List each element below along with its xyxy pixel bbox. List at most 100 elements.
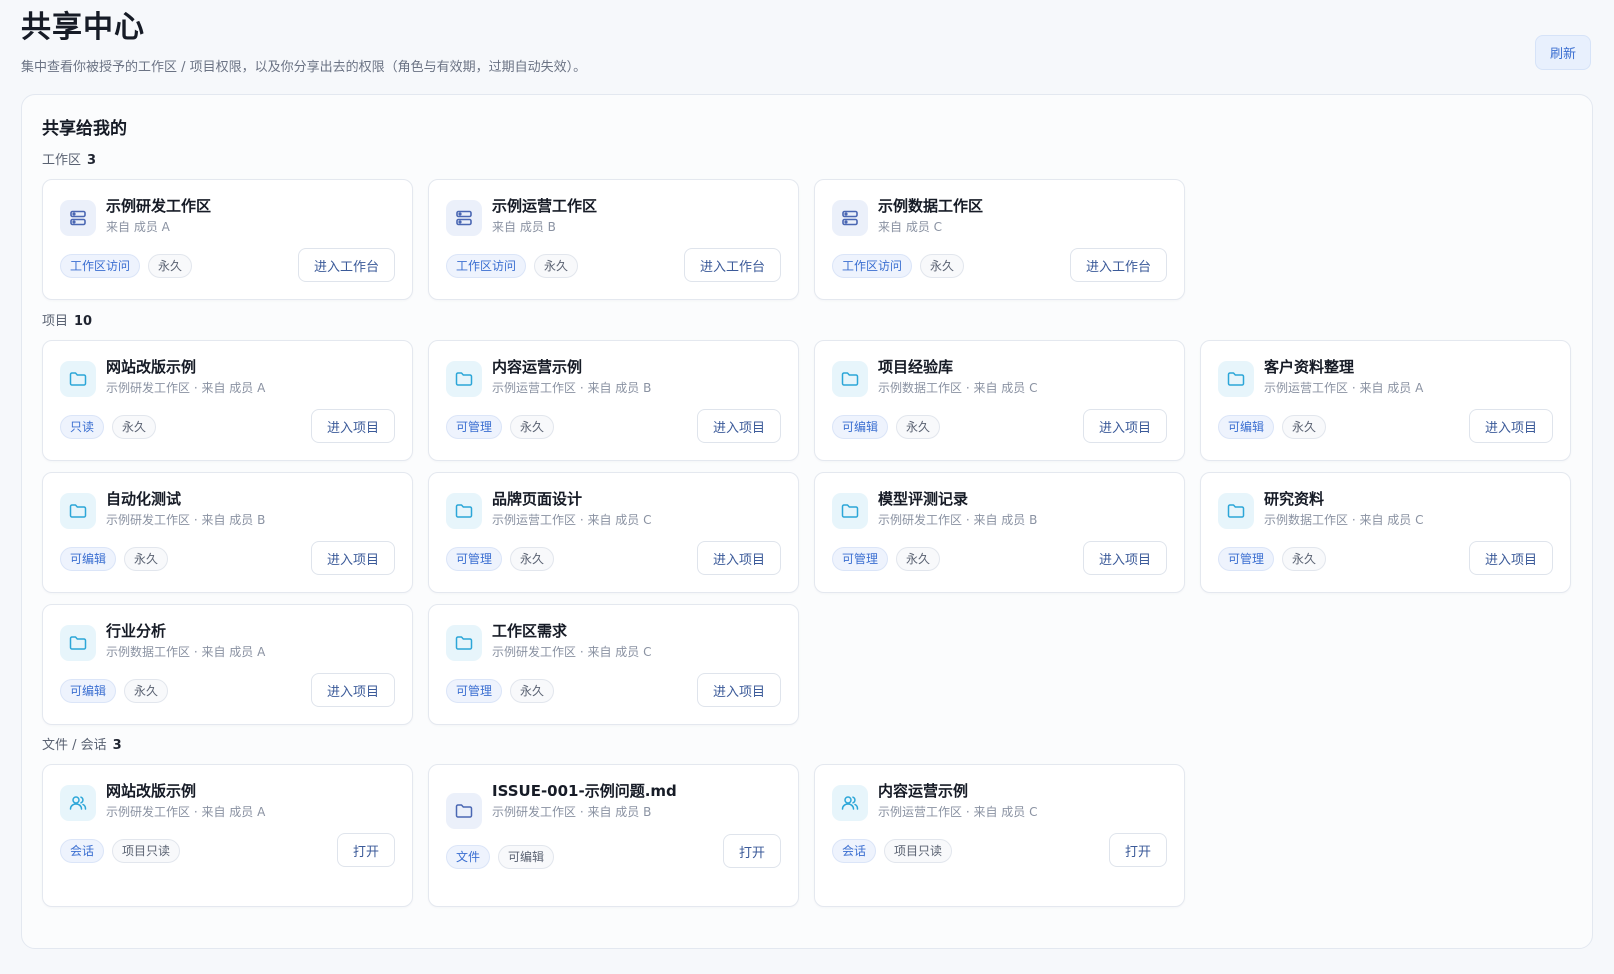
server-icon (832, 200, 868, 236)
project-card[interactable]: 工作区需求 示例研发工作区 · 来自 成员 C 可管理 永久 进入项目 (428, 604, 799, 725)
card-name: 内容运营示例 (878, 782, 969, 800)
project-card[interactable]: 客户资料整理 示例运营工作区 · 来自 成员 A 可编辑 永久 进入项目 (1200, 340, 1571, 461)
open-button[interactable]: 打开 (1108, 833, 1167, 867)
project-card[interactable]: 项目经验库 示例数据工作区 · 来自 成员 C 可编辑 永久 进入项目 (814, 340, 1185, 461)
role-tag: 可编辑 (1218, 415, 1275, 439)
role-tag: 可管理 (832, 547, 889, 571)
project-card[interactable]: 自动化测试 示例研发工作区 · 来自 成员 B 可编辑 永久 进入项目 (42, 472, 413, 593)
group-count: 3 (112, 738, 122, 753)
group-label-text: 项目 (42, 314, 69, 329)
role-tag: 可管理 (446, 415, 503, 439)
card-meta: 来自 成员 A (106, 220, 170, 234)
card-name: 自动化测试 (106, 490, 182, 508)
expiry-tag: 永久 (510, 679, 555, 703)
expiry-tag: 永久 (896, 415, 941, 439)
session-card[interactable]: 内容运营示例 示例运营工作区 · 来自 成员 C 会话 项目只读 打开 (814, 764, 1185, 907)
enter-project-button[interactable]: 进入项目 (310, 673, 395, 707)
permission-tag: 可编辑 (498, 845, 555, 869)
tag-row: 工作区访问 永久 (60, 254, 193, 278)
tag-row: 工作区访问 永久 (446, 254, 579, 278)
project-card[interactable]: 模型评测记录 示例研发工作区 · 来自 成员 B 可管理 永久 进入项目 (814, 472, 1185, 593)
tag-row: 只读 永久 (60, 415, 157, 439)
enter-project-button[interactable]: 进入项目 (696, 673, 781, 707)
file-card[interactable]: ISSUE-001-示例问题.md 示例研发工作区 · 来自 成员 B 文件 可… (428, 764, 799, 907)
enter-project-button[interactable]: 进入项目 (696, 541, 781, 575)
card-meta: 示例运营工作区 · 来自 成员 A (1264, 381, 1424, 395)
card-meta: 示例数据工作区 · 来自 成员 C (878, 381, 1038, 395)
group-count: 10 (74, 314, 93, 329)
card-name: 工作区需求 (492, 622, 568, 640)
role-tag: 可编辑 (60, 679, 117, 703)
tag-row: 可编辑 永久 (1218, 415, 1327, 439)
project-card[interactable]: 网站改版示例 示例研发工作区 · 来自 成员 A 只读 永久 进入项目 (42, 340, 413, 461)
enter-project-button[interactable]: 进入项目 (696, 409, 781, 443)
card-meta: 示例运营工作区 · 来自 成员 B (492, 381, 652, 395)
group-label-text: 工作区 (42, 153, 82, 168)
type-tag: 会话 (832, 839, 877, 863)
enter-project-button[interactable]: 进入项目 (310, 409, 395, 443)
project-card[interactable]: 内容运营示例 示例运营工作区 · 来自 成员 B 可管理 永久 进入项目 (428, 340, 799, 461)
server-icon (446, 200, 482, 236)
folder-icon (1218, 493, 1254, 529)
workspace-card[interactable]: 示例运营工作区 来自 成员 B 工作区访问 永久 进入工作台 (428, 179, 799, 300)
expiry-tag: 永久 (510, 415, 555, 439)
session-card[interactable]: 网站改版示例 示例研发工作区 · 来自 成员 A 会话 项目只读 打开 (42, 764, 413, 907)
enter-project-button[interactable]: 进入项目 (310, 541, 395, 575)
enter-workspace-button[interactable]: 进入工作台 (297, 248, 395, 282)
card-name: 示例数据工作区 (878, 197, 984, 215)
card-meta: 示例研发工作区 · 来自 成员 C (492, 645, 652, 659)
projects-grid: 网站改版示例 示例研发工作区 · 来自 成员 A 只读 永久 进入项目 内容运营… (42, 340, 1571, 725)
people-icon (832, 785, 868, 821)
open-button[interactable]: 打开 (722, 834, 781, 868)
expiry-tag: 永久 (124, 547, 169, 571)
card-name: 品牌页面设计 (492, 490, 583, 508)
group-count: 3 (87, 153, 97, 168)
role-tag: 可编辑 (60, 547, 117, 571)
folder-icon (60, 361, 96, 397)
files-grid: 网站改版示例 示例研发工作区 · 来自 成员 A 会话 项目只读 打开 ISSU… (42, 764, 1571, 907)
project-card[interactable]: 行业分析 示例数据工作区 · 来自 成员 A 可编辑 永久 进入项目 (42, 604, 413, 725)
expiry-tag: 永久 (920, 254, 965, 278)
enter-project-button[interactable]: 进入项目 (1082, 541, 1167, 575)
folder-icon (832, 361, 868, 397)
tag-row: 可编辑 永久 (60, 679, 169, 703)
enter-project-button[interactable]: 进入项目 (1082, 409, 1167, 443)
project-card[interactable]: 品牌页面设计 示例运营工作区 · 来自 成员 C 可管理 永久 进入项目 (428, 472, 799, 593)
card-meta: 来自 成员 B (492, 220, 556, 234)
card-name: 研究资料 (1264, 490, 1325, 508)
enter-workspace-button[interactable]: 进入工作台 (683, 248, 781, 282)
tag-row: 可编辑 永久 (60, 547, 169, 571)
expiry-tag: 永久 (112, 415, 157, 439)
refresh-button[interactable]: 刷新 (1535, 35, 1591, 70)
page-header: 共享中心 集中查看你被授予的工作区 / 项目权限，以及你分享出去的权限（角色与有… (21, 8, 586, 77)
open-button[interactable]: 打开 (336, 833, 395, 867)
tag-row: 会话 项目只读 (832, 839, 953, 863)
folder-icon (60, 625, 96, 661)
folder-icon (60, 493, 96, 529)
people-icon (60, 785, 96, 821)
card-meta: 示例运营工作区 · 来自 成员 C (492, 513, 652, 527)
enter-project-button[interactable]: 进入项目 (1468, 409, 1553, 443)
folder-icon (446, 793, 482, 829)
tag-row: 文件 可编辑 (446, 845, 555, 869)
folder-icon (446, 361, 482, 397)
enter-project-button[interactable]: 进入项目 (1468, 541, 1553, 575)
expiry-tag: 永久 (1282, 547, 1327, 571)
shared-with-me-panel: 共享给我的 工作区 3 示例研发工作区 来自 成员 A 工作区访问 永久 进入工作… (21, 94, 1593, 949)
tag-row: 工作区访问 永久 (832, 254, 965, 278)
workspace-card[interactable]: 示例研发工作区 来自 成员 A 工作区访问 永久 进入工作台 (42, 179, 413, 300)
enter-workspace-button[interactable]: 进入工作台 (1069, 248, 1167, 282)
server-icon (60, 200, 96, 236)
workspace-card[interactable]: 示例数据工作区 来自 成员 C 工作区访问 永久 进入工作台 (814, 179, 1185, 300)
card-name: 模型评测记录 (878, 490, 969, 508)
tag-row: 会话 项目只读 (60, 839, 181, 863)
tag-row: 可管理 永久 (832, 547, 941, 571)
card-name: 内容运营示例 (492, 358, 583, 376)
group-label-text: 文件 / 会话 (42, 738, 107, 753)
page-subtitle: 集中查看你被授予的工作区 / 项目权限，以及你分享出去的权限（角色与有效期，过期… (21, 60, 587, 75)
role-tag: 可管理 (446, 547, 503, 571)
card-meta: 示例研发工作区 · 来自 成员 B (492, 805, 652, 819)
card-name: 客户资料整理 (1264, 358, 1355, 376)
project-card[interactable]: 研究资料 示例数据工作区 · 来自 成员 C 可管理 永久 进入项目 (1200, 472, 1571, 593)
folder-icon (832, 493, 868, 529)
